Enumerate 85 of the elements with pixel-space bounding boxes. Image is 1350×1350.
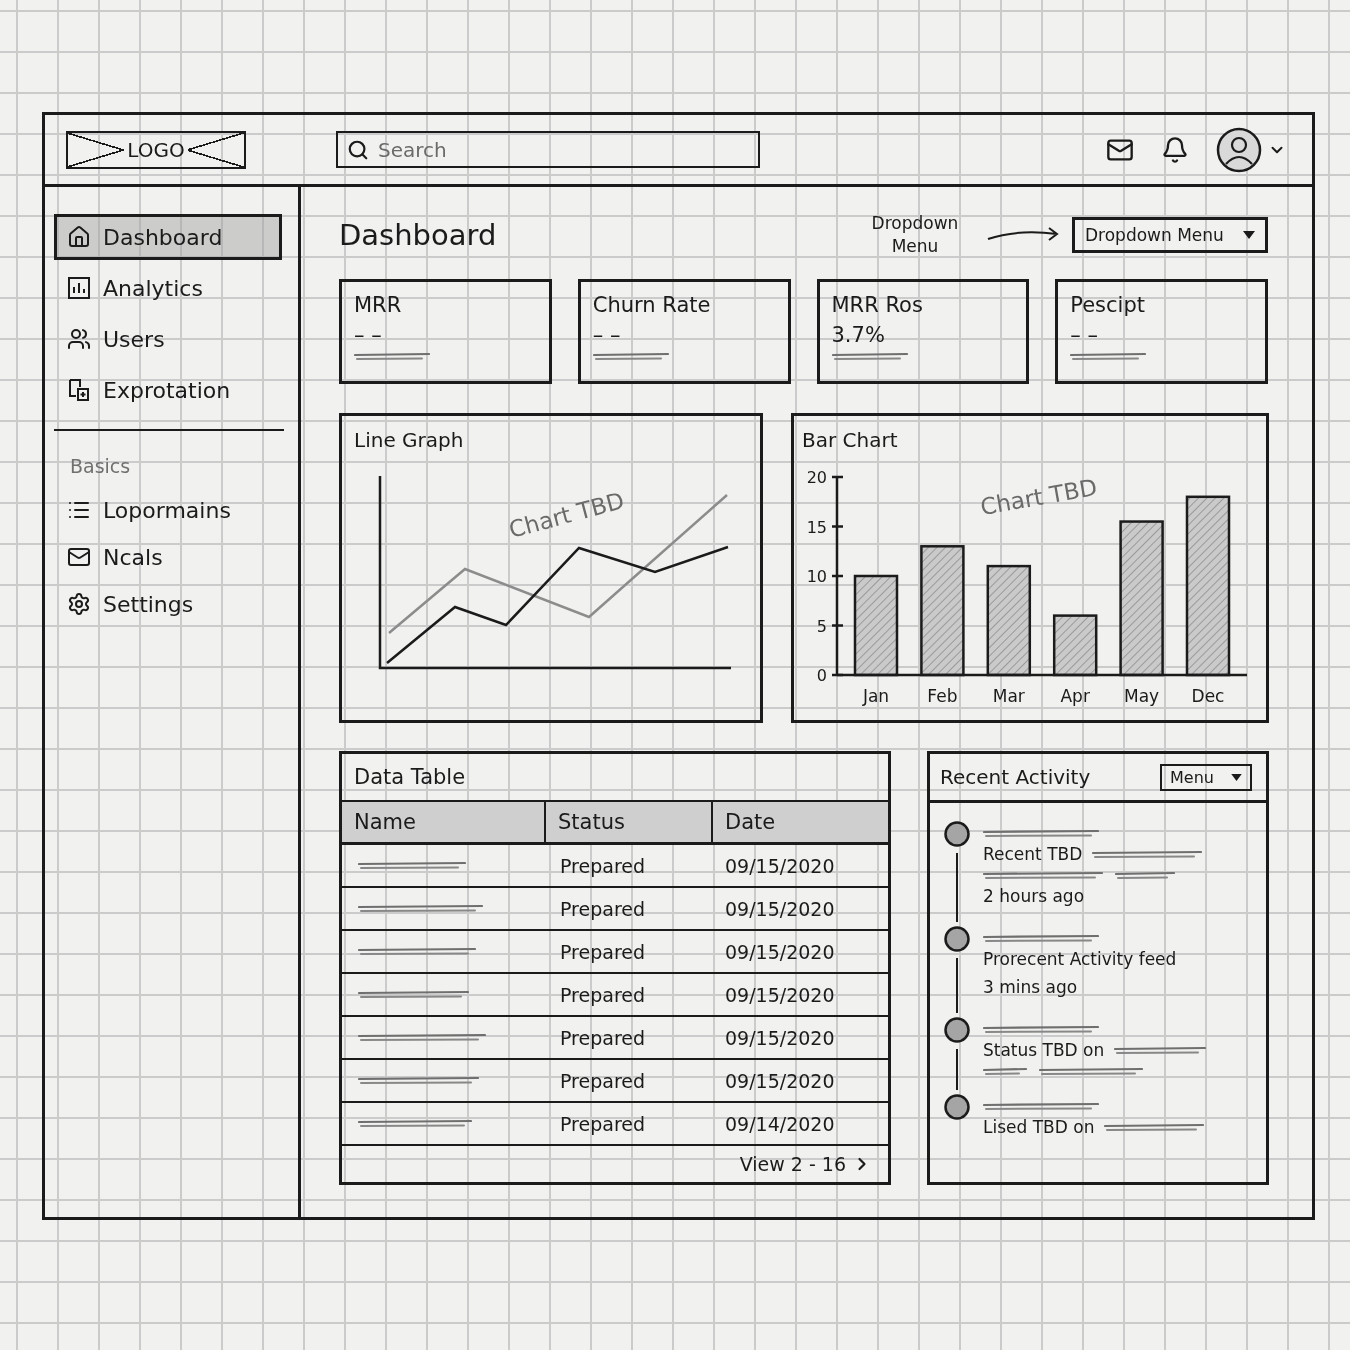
bell-icon[interactable]	[1161, 135, 1189, 164]
menu-dropdown[interactable]: Menu	[1160, 763, 1252, 791]
arrow-icon	[987, 226, 1060, 244]
axis-tick-label: 20	[806, 468, 827, 487]
avatar-icon[interactable]	[1216, 126, 1262, 173]
chart-bar	[1052, 614, 1098, 677]
activity-text: Status TBD on	[983, 1039, 1105, 1062]
table-cell-text: Prepared	[559, 1068, 647, 1094]
table-cell-text: Prepared	[559, 982, 647, 1008]
axis-category-label: Dec	[1191, 686, 1225, 706]
kpi-label: Churn Rate	[592, 292, 711, 319]
chart-annotation: Chart TBD	[978, 474, 1100, 521]
scribble-line	[983, 1066, 1027, 1076]
table-cell-text: Prepared	[559, 1111, 647, 1137]
sidebar-item[interactable]: Settings	[54, 583, 282, 625]
axis-category-label: Feb	[927, 686, 958, 706]
table-cell-text: Prepared	[559, 896, 647, 922]
timeline-connector	[955, 958, 959, 1013]
settings-icon	[67, 592, 91, 616]
caret-icon	[1231, 773, 1242, 781]
axis-category-label: Mar	[992, 686, 1025, 706]
table-cell-text: Prepared	[559, 853, 647, 879]
column-header: Status	[544, 802, 711, 842]
search-field[interactable]: Search	[336, 131, 760, 168]
annotation-text: Dropdown Menu	[870, 212, 960, 258]
axis-tick-label: 0	[816, 666, 827, 685]
table-cell-text: 09/15/2020	[724, 896, 836, 922]
logo-text: LOGO	[127, 139, 185, 160]
sidebar-item[interactable]: Exprotation	[54, 367, 282, 413]
table-cell-text: 09/15/2020	[724, 982, 836, 1008]
table-cell-text: 09/14/2020	[724, 1111, 836, 1137]
users-icon	[67, 327, 91, 351]
section-title: Basics	[70, 455, 131, 477]
sidebar-item[interactable]: Dashboard	[54, 214, 282, 260]
search-icon	[347, 139, 369, 161]
timeline-dot-icon	[944, 821, 970, 847]
activity-text: Prorecent Activity feed	[983, 948, 1177, 971]
kpi-value: – –	[592, 322, 621, 349]
kpi-label: MRR Ros	[831, 292, 923, 319]
pagination-link[interactable]: View 2 - 16	[739, 1153, 872, 1175]
kpi-label: MRR	[354, 292, 402, 319]
kpi-value: – –	[1070, 322, 1098, 349]
axis-tick-label: 10	[806, 567, 827, 586]
sidebar-item[interactable]: Users	[54, 316, 282, 362]
kpi-label: Pescipt	[1070, 292, 1145, 319]
axis-tick-label: 15	[806, 517, 827, 537]
dropdown-menu[interactable]: Dropdown Menu	[1072, 217, 1268, 253]
table-cell-text: 09/15/2020	[724, 853, 836, 879]
table-cell-text: 09/15/2020	[724, 1025, 836, 1051]
timeline-connector	[955, 853, 959, 922]
kpi-value: 3.7%	[831, 322, 885, 349]
table-cell-text: Prepared	[559, 1025, 647, 1051]
chart-title: Line Graph	[354, 427, 464, 454]
caret-icon	[1243, 231, 1255, 239]
axis-tick-label: 5	[816, 616, 827, 636]
sidebar-item[interactable]: Analytics	[54, 265, 282, 311]
column-header: Date	[711, 802, 888, 842]
mail-icon	[67, 545, 91, 569]
sidebar-item[interactable]: Ncals	[54, 536, 282, 578]
table-cell-text: 09/15/2020	[724, 1068, 836, 1094]
timeline-connector	[955, 1049, 959, 1090]
axis-category-label: May	[1124, 686, 1160, 706]
sidebar-item[interactable]: Lopormains	[54, 489, 282, 531]
bar-chart-icon	[67, 276, 91, 300]
activity-text: Lised TBD on	[983, 1116, 1095, 1139]
timeline-dot-icon	[944, 926, 970, 952]
axis-category-label: Jan	[862, 686, 890, 706]
activity-text: Recent TBD	[983, 843, 1083, 866]
timeline-dot-icon	[944, 1017, 970, 1043]
activity-time: 2 hours ago	[983, 885, 1086, 908]
column-header: Name	[342, 802, 544, 842]
activity-time: 3 mins ago	[983, 976, 1079, 999]
table-title: Data Table	[353, 764, 466, 791]
table-cell-text: 09/15/2020	[724, 939, 836, 965]
kpi-value: – –	[354, 322, 382, 349]
timeline-dot-icon	[944, 1094, 970, 1120]
activity-title: Recent Activity	[940, 765, 1091, 789]
document-plus-icon	[67, 378, 91, 402]
page-title: Dashboard	[339, 218, 497, 252]
chart-title: Bar Chart	[802, 427, 898, 454]
house-icon	[67, 225, 91, 249]
chart-overlay-text: Chart TBD	[506, 487, 627, 543]
scribble-line	[1115, 870, 1175, 880]
table-cell-text: Prepared	[559, 939, 647, 965]
axis-category-label: Apr	[1060, 686, 1090, 706]
